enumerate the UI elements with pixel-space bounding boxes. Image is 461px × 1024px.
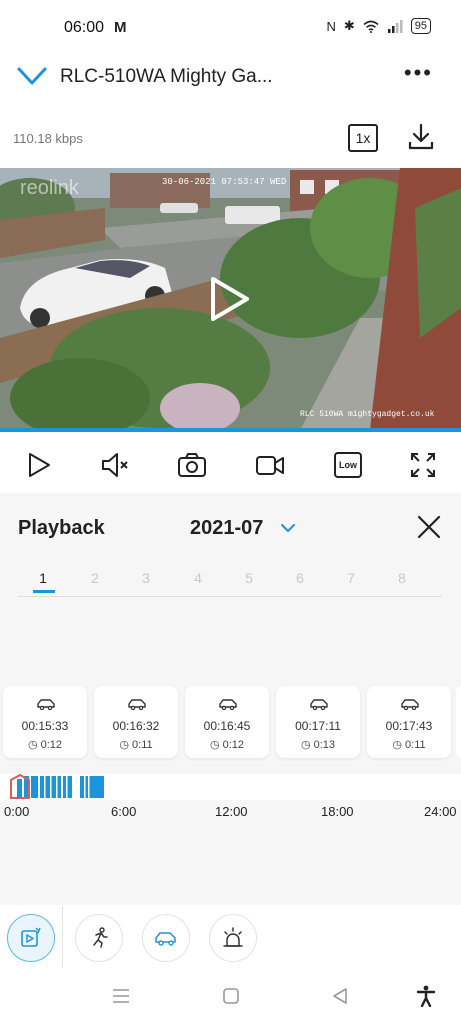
clip-time: 00:15:33	[21, 719, 69, 733]
timeline-label: 12:00	[215, 804, 248, 819]
month-dropdown-chevron-icon[interactable]	[280, 522, 296, 534]
snapshot-camera-icon[interactable]	[177, 450, 207, 480]
day-tab[interactable]: 8	[387, 570, 417, 586]
day-tab[interactable]: 6	[285, 570, 315, 586]
clip-time: 00:17:43	[385, 719, 433, 733]
fullscreen-icon[interactable]	[408, 450, 438, 480]
tab-divider	[62, 906, 63, 968]
clock-icon: ◷	[119, 739, 133, 751]
month-selector[interactable]: 2021-07	[190, 517, 263, 540]
day-tab[interactable]: 4	[183, 570, 213, 586]
day-tab[interactable]: 2	[80, 570, 110, 586]
signal-icon	[387, 19, 403, 33]
running-person-icon	[93, 927, 108, 948]
play-overlay-icon[interactable]	[207, 275, 251, 323]
clip-duration: ◷ 0:11	[392, 739, 426, 751]
clock-icon: ◷	[27, 739, 41, 751]
clock-icon: ◷	[300, 739, 314, 751]
record-video-icon[interactable]	[255, 450, 285, 480]
clip-time: 00:16:32	[112, 719, 160, 733]
accessibility-icon[interactable]	[416, 985, 436, 1007]
clip-duration: ◷ 0:12	[209, 739, 245, 751]
timeline-labels: 0:00 6:00 12:00 18:00 24:00	[0, 804, 461, 824]
recording-clip-card[interactable]: 00:16:32 ◷ 0:11	[94, 686, 178, 758]
mute-icon[interactable]	[100, 450, 130, 480]
alarm-light-icon	[223, 927, 243, 947]
status-time: 06:00	[64, 19, 105, 36]
nfc-icon: N	[326, 18, 336, 34]
play-icon[interactable]	[24, 450, 54, 480]
clock-icon: ◷	[392, 739, 406, 751]
clip-duration: ◷ 0:11	[119, 739, 153, 751]
car-icon	[155, 932, 176, 946]
home-icon[interactable]	[222, 987, 240, 1005]
clock-icon: ◷	[209, 739, 223, 751]
vehicle-icon	[401, 699, 419, 710]
recording-clip-card[interactable]: 00:16:45 ◷ 0:12	[185, 686, 269, 758]
timeline-bars	[10, 773, 104, 799]
recent-apps-icon[interactable]	[112, 988, 130, 1004]
playback-speed-button[interactable]: 1x	[348, 124, 378, 152]
timeline-label: 6:00	[111, 804, 137, 819]
day-tab[interactable]: 7	[336, 570, 366, 586]
download-icon[interactable]	[406, 122, 436, 152]
battery-indicator: 95	[410, 18, 431, 34]
video-label-overlay: RLC 510WA mightygadget.co.uk	[300, 410, 435, 419]
collapse-chevron-icon[interactable]	[16, 64, 48, 88]
tab-alarm-events[interactable]	[209, 914, 257, 962]
status-bar: 06:00 M N ✱ 95	[0, 0, 461, 56]
camera-title: RLC-510WA Mighty Ga...	[60, 66, 273, 87]
vehicle-icon	[310, 699, 328, 710]
timeline-label: 24:00	[424, 804, 457, 819]
recording-clip-card[interactable]: 00:15:33 ◷ 0:12	[3, 686, 87, 758]
bitrate-readout: 110.18 kbps	[13, 131, 83, 146]
back-icon[interactable]	[331, 987, 349, 1005]
day-tab[interactable]: 1	[28, 570, 58, 586]
tab-person-events[interactable]	[75, 914, 123, 962]
all-events-icon	[21, 927, 41, 947]
timeline-label: 0:00	[4, 804, 30, 819]
playback-title: Playback	[18, 517, 105, 539]
event-filter-tabs	[0, 906, 461, 968]
recording-timeline[interactable]	[0, 773, 461, 800]
close-icon[interactable]	[416, 514, 442, 540]
bluetooth-icon: ✱	[343, 18, 355, 33]
vehicle-icon	[37, 699, 55, 710]
vehicle-icon	[219, 699, 237, 710]
system-nav-bar	[0, 978, 461, 1024]
recording-clip-card[interactable]: 00:17:43 ◷ 0:11	[367, 686, 451, 758]
day-tab[interactable]: 3	[131, 570, 161, 586]
vehicle-icon	[128, 699, 146, 710]
clip-duration: ◷ 0:13	[300, 739, 336, 751]
more-options-icon[interactable]: •••	[404, 60, 433, 86]
recording-clip-card[interactable]: 00:17:11 ◷ 0:13	[276, 686, 360, 758]
day-selector: 1 2 3 4 5 6 7 8	[18, 568, 442, 597]
tab-all-events[interactable]	[7, 914, 55, 962]
clip-duration: ◷ 0:12	[27, 739, 63, 751]
selected-day-indicator	[33, 590, 55, 593]
player-controls: Low	[0, 440, 461, 490]
gmail-notification-icon: M	[114, 19, 127, 36]
tab-vehicle-events[interactable]	[142, 914, 190, 962]
video-timestamp-overlay: 30-06-2021 07:53:47 WED	[162, 177, 286, 187]
timeline-label: 18:00	[321, 804, 354, 819]
clip-time: 00:16:45	[203, 719, 251, 733]
clip-time: 00:17:11	[295, 719, 341, 733]
wifi-icon	[363, 20, 379, 33]
header: RLC-510WA Mighty Ga... •••	[0, 56, 461, 100]
video-progress-bar[interactable]	[0, 428, 461, 432]
stream-quality-button[interactable]: Low	[334, 452, 362, 478]
day-tab[interactable]: 5	[234, 570, 264, 586]
video-watermark: reolink	[20, 177, 80, 199]
status-icons: N ✱ 95	[326, 18, 431, 34]
recording-clip-card-partial[interactable]	[456, 686, 461, 758]
